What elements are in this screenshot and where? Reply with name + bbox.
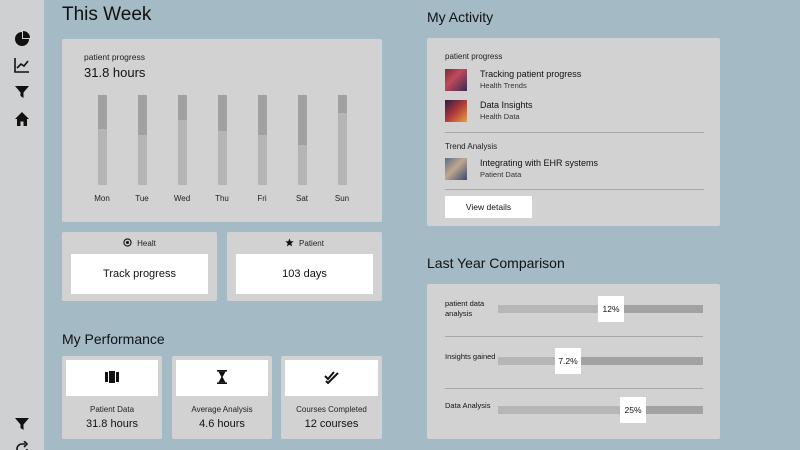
home-icon[interactable]	[14, 111, 30, 127]
comparison-title: Last Year Comparison	[427, 255, 565, 271]
pie-chart-icon[interactable]	[14, 31, 30, 47]
performance-value: 31.8 hours	[86, 418, 138, 430]
line-chart-icon[interactable]	[14, 57, 30, 73]
sidebar	[0, 0, 44, 450]
comparison-row-label: patient data analysis	[445, 299, 485, 318]
activity-thumbnail	[445, 100, 467, 122]
filter-icon[interactable]	[14, 84, 30, 100]
activity-item-title: Integrating with EHR systems	[480, 158, 599, 168]
weekly-day-label: Tue	[135, 194, 149, 203]
activity-group-label: Trend Analysis	[445, 142, 498, 151]
weekly-bar-fill	[178, 95, 187, 120]
weekly-bar	[338, 95, 347, 185]
performance-card-average-analysis: Average Analysis 4.6 hours	[172, 356, 272, 439]
comparison-card: patient data analysis 12% Insights gaine…	[427, 284, 720, 439]
activity-group-label: patient progress	[445, 52, 503, 61]
weekly-day-label: Wed	[173, 194, 191, 203]
comparison-track: 12%	[498, 296, 703, 322]
target-icon	[123, 238, 132, 249]
stat-value: Track progress	[71, 254, 208, 294]
activity-item[interactable]: Tracking patient progress Health Trends	[445, 69, 705, 95]
activity-title: My Activity	[427, 9, 494, 25]
weekly-total: 31.8 hours	[84, 65, 146, 80]
weekly-day-label: Sun	[334, 194, 350, 203]
stat-caption: Healt	[137, 239, 156, 248]
weekly-bar	[218, 95, 227, 185]
activity-item-title: Data Insights	[480, 100, 533, 110]
weekly-bar	[298, 95, 307, 185]
activity-item-title: Tracking patient progress	[480, 69, 582, 79]
weekly-progress-label: patient progress	[84, 52, 145, 62]
weekly-day-label: Mon	[94, 194, 110, 203]
weekly-bar	[98, 95, 107, 185]
weekly-bar-fill	[338, 95, 347, 113]
weekly-bar-fill	[138, 95, 147, 135]
weekly-progress-card: patient progress 31.8 hours Mon Tue Wed Thu…	[62, 39, 382, 222]
activity-card: patient progress Tracking patient progre…	[427, 38, 720, 226]
activity-thumbnail	[445, 69, 467, 91]
activity-item[interactable]: Integrating with EHR systems Patient Dat…	[445, 158, 705, 184]
stat-value: 103 days	[236, 254, 373, 294]
performance-label: Courses Completed	[296, 405, 367, 414]
comparison-row-label: Data Analysis	[445, 401, 491, 410]
divider	[445, 189, 704, 190]
activity-item-subtitle: Patient Data	[480, 170, 522, 179]
divider	[445, 388, 703, 389]
comparison-bar	[611, 305, 703, 313]
weekly-day-label: Thu	[215, 194, 229, 203]
stat-card-patient: Patient 103 days	[227, 232, 382, 301]
divider	[445, 132, 704, 133]
book-icon	[105, 370, 119, 386]
performance-label: Average Analysis	[191, 405, 253, 414]
divider	[445, 336, 703, 337]
performance-value: 4.6 hours	[199, 418, 245, 430]
comparison-value: 12%	[598, 296, 624, 322]
weekly-bar	[178, 95, 187, 185]
activity-item-subtitle: Health Data	[480, 112, 520, 121]
weekly-bar-fill	[258, 95, 267, 135]
star-icon	[285, 238, 294, 249]
activity-item[interactable]: Data Insights Health Data	[445, 100, 705, 126]
stat-caption: Patient	[299, 239, 324, 248]
weekly-bar	[138, 95, 147, 185]
performance-title: My Performance	[62, 331, 165, 347]
comparison-value: 7.2%	[555, 348, 581, 374]
weekly-bar-fill	[98, 95, 107, 129]
comparison-row-label: Insights gained	[445, 352, 496, 361]
comparison-bar	[568, 357, 703, 365]
page-title: This Week	[62, 4, 152, 25]
comparison-track: 25%	[498, 397, 703, 423]
double-check-icon	[323, 370, 340, 387]
comparison-value: 25%	[620, 397, 646, 423]
weekly-bar-fill	[298, 95, 307, 145]
comparison-track: 7.2%	[498, 348, 703, 374]
refresh-icon[interactable]	[14, 441, 30, 450]
performance-card-patient-data: Patient Data 31.8 hours	[62, 356, 162, 439]
performance-label: Patient Data	[89, 405, 135, 414]
stat-card-health: Healt Track progress	[62, 232, 217, 301]
performance-card-courses-completed: Courses Completed 12 courses	[281, 356, 382, 439]
filter-icon[interactable]	[14, 416, 30, 432]
activity-item-subtitle: Health Trends	[480, 81, 527, 90]
hourglass-icon	[217, 369, 227, 387]
weekly-day-label: Sat	[295, 194, 308, 203]
activity-thumbnail	[445, 158, 467, 180]
weekly-day-label: Fri	[257, 194, 267, 203]
view-details-button[interactable]: View details	[445, 196, 532, 218]
performance-value: 12 courses	[304, 418, 359, 430]
weekly-bar	[258, 95, 267, 185]
weekly-bar-fill	[218, 95, 227, 131]
